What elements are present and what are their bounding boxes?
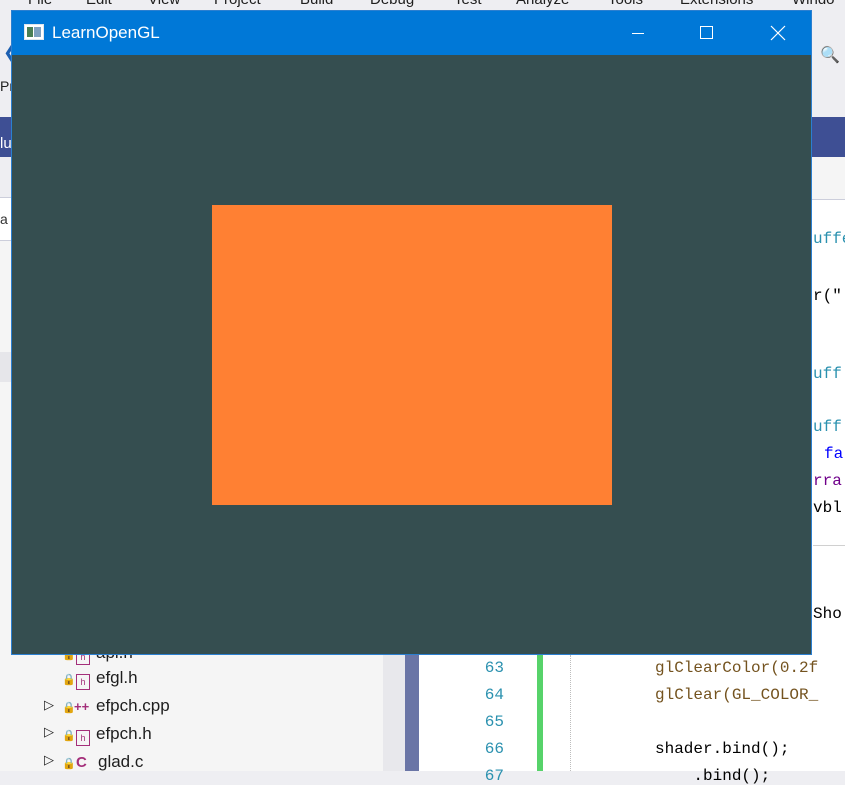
line-number: 63 — [484, 659, 504, 677]
line-number: 65 — [484, 713, 504, 731]
maximize-button[interactable] — [684, 11, 730, 55]
expand-arrow-icon[interactable]: ▷ — [44, 724, 54, 740]
code-fragment: rra — [813, 472, 842, 490]
menu-debug[interactable]: Debug — [370, 0, 414, 8]
menu-extensions[interactable]: Extensions — [680, 0, 753, 8]
app-window-icon[interactable] — [24, 24, 44, 40]
code-fragment: uff — [813, 418, 842, 436]
minimize-button[interactable] — [614, 11, 660, 55]
lock-icon: 🔒 — [62, 702, 76, 714]
line-number: 66 — [484, 740, 504, 758]
code-fragment: Sho — [813, 605, 842, 623]
menu-project[interactable]: Project — [214, 0, 261, 8]
menu-window[interactable]: Windo — [792, 0, 835, 8]
find-icon[interactable]: 🔍 — [820, 45, 840, 65]
tree-item-label: efgl.h — [96, 668, 138, 687]
tree-item[interactable]: 🔒 h efpch.h — [62, 723, 152, 746]
code-line: glClearColor(0.2f — [655, 659, 819, 677]
menu-test[interactable]: Test — [454, 0, 482, 8]
indent-guide — [570, 655, 571, 771]
line-number: 67 — [484, 767, 504, 785]
opengl-viewport[interactable] — [12, 55, 811, 654]
code-line: .bind(); — [655, 767, 771, 785]
tree-item[interactable]: 🔒 h efgl.h — [62, 667, 138, 690]
change-tracking-bar — [537, 655, 543, 771]
code-fragment: vbl — [813, 499, 842, 517]
cpp-file-icon: ++ — [74, 699, 90, 714]
tree-item-label: glad.c — [98, 752, 144, 771]
expand-arrow-icon[interactable]: ▷ — [44, 752, 54, 768]
lock-icon: 🔒 — [62, 758, 76, 770]
editor-separator — [813, 545, 845, 546]
menu-edit[interactable]: Edit — [86, 0, 112, 8]
tree-item-label: efpch.h — [96, 724, 152, 743]
close-button[interactable] — [754, 11, 800, 55]
menu-build[interactable]: Build — [300, 0, 333, 8]
app-window[interactable]: LearnOpenGL — [11, 10, 812, 655]
code-fragment: uff — [813, 365, 842, 383]
menu-analyze[interactable]: Analyze — [516, 0, 569, 8]
lock-icon: 🔒 — [62, 674, 76, 686]
menu-tools[interactable]: Tools — [608, 0, 643, 8]
solution-explorer-title-fragment: lu — [0, 135, 12, 152]
menu-view[interactable]: View — [148, 0, 180, 8]
tree-item[interactable]: 🔒++ efpch.cpp — [62, 695, 170, 717]
close-icon — [770, 25, 786, 41]
expand-arrow-icon[interactable]: ▷ — [44, 697, 54, 713]
tree-item[interactable]: 🔒C glad.c — [62, 751, 143, 773]
code-fragment: fa — [824, 445, 844, 463]
tree-item-label: efpch.cpp — [96, 696, 170, 715]
code-fragment: r(" — [813, 287, 842, 305]
code-line: shader.bind(); — [655, 740, 790, 758]
window-title: LearnOpenGL — [52, 23, 160, 42]
code-fragment: uffe — [813, 230, 845, 248]
header-file-icon: h — [76, 674, 90, 690]
window-title-bar[interactable]: LearnOpenGL — [12, 11, 811, 55]
code-line: glClear(GL_COLOR_ — [655, 686, 819, 704]
menu-file[interactable]: File — [28, 0, 52, 8]
search-fragment: a — [0, 211, 8, 227]
rendered-quad — [212, 205, 612, 505]
line-number: 64 — [484, 686, 504, 704]
lock-icon: 🔒 — [62, 730, 76, 742]
header-file-icon: h — [76, 730, 90, 746]
